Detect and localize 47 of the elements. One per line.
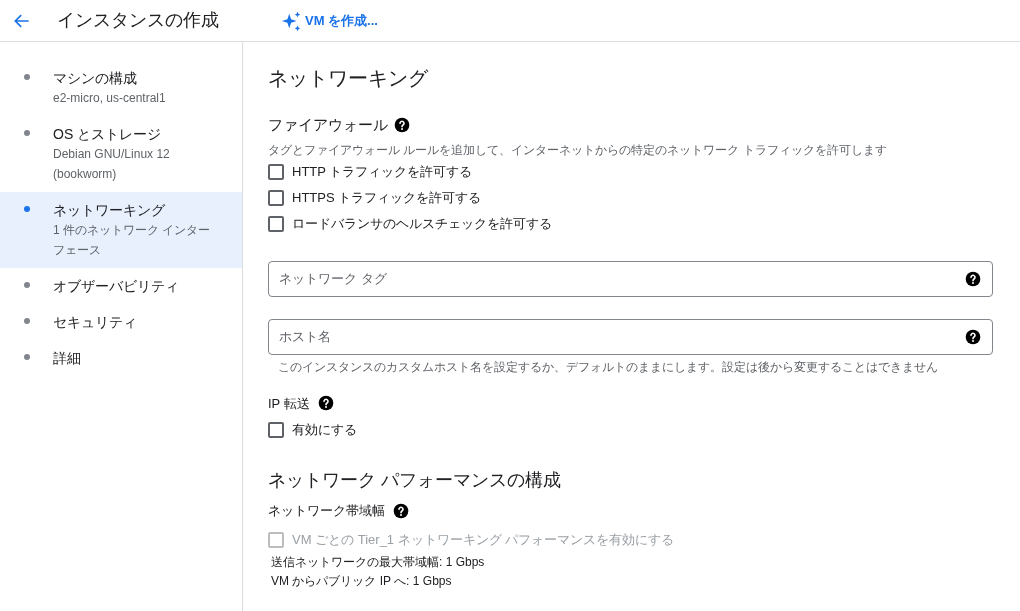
checkbox-row[interactable]: 有効にする [268, 417, 993, 443]
help-icon[interactable] [317, 395, 334, 412]
checkbox[interactable] [268, 215, 284, 232]
step-summary: 1 件のネットワーク インターフェース [53, 222, 212, 259]
step-title: ネットワーキング [53, 201, 166, 220]
sidebar-item[interactable]: セキュリティ [0, 304, 242, 340]
sparkle-icon [281, 9, 303, 32]
checkbox-label: HTTPS トラフィックを許可する [292, 188, 482, 207]
bandwidth-info: VM からパブリック IP へ: 1 Gbps [271, 572, 453, 590]
checkbox-label: VM ごとの Tier_1 ネットワーキング パフォーマンスを有効にする [292, 530, 675, 549]
checkbox-label: HTTP トラフィックを許可する [292, 162, 473, 181]
sidebar-item[interactable]: OS とストレージ Debian GNU/Linux 12 (bookworm) [0, 116, 242, 192]
checkbox-row[interactable]: HTTPS トラフィックを許可する [268, 184, 993, 211]
sidebar-item[interactable]: マシンの構成 e2-micro, us-central1 [0, 60, 242, 116]
section-heading: ネットワーキング [268, 66, 429, 91]
sidebar-item[interactable]: オブザーバビリティ [0, 268, 242, 304]
step-title: 詳細 [53, 349, 81, 368]
checkbox[interactable] [268, 189, 284, 206]
checkbox-row[interactable]: HTTP トラフィックを許可する [268, 158, 993, 185]
step-title: OS とストレージ [53, 125, 163, 144]
field-label: ファイアウォール [268, 115, 388, 135]
step-title: セキュリティ [53, 313, 137, 332]
help-icon[interactable] [965, 328, 981, 345]
checkbox-row[interactable]: ロードバランサのヘルスチェックを許可する [268, 210, 993, 237]
page-title: インスタンスの作成 [57, 9, 219, 32]
sidebar-item[interactable]: 詳細 [0, 340, 242, 376]
sidebar-item[interactable]: ネットワーキング 1 件のネットワーク インターフェース [0, 192, 242, 268]
checkbox-label: ロードバランサのヘルスチェックを許可する [292, 214, 552, 233]
bandwidth-info: 送信ネットワークの最大帯域幅: 1 Gbps [271, 553, 486, 571]
help-icon[interactable] [965, 270, 981, 287]
help-icon[interactable] [393, 502, 409, 519]
step-summary: e2-micro, us-central1 [53, 90, 167, 107]
step-title: オブザーバビリティ [53, 277, 179, 296]
hostname-field[interactable]: ホスト名 [268, 318, 993, 355]
step-summary: Debian GNU/Linux 12 (bookworm) [53, 146, 171, 183]
field-label: IP 転送 [268, 394, 310, 413]
field-label: ネットワーク帯域幅 [268, 502, 385, 520]
firewall-description: タグとファイアウォール ルールを追加して、インターネットからの特定のネットワーク トラフィックを許可します [268, 141, 888, 159]
help-icon[interactable] [394, 117, 410, 134]
hostname-helper-text: このインスタンスのカスタムホスト名を設定するか、デフォルトのままにします。設定は後から変更することはできません [278, 358, 939, 376]
checkbox[interactable] [268, 422, 284, 438]
checkbox[interactable] [268, 163, 284, 180]
step-title: マシンの構成 [53, 69, 138, 88]
network-tags-field[interactable]: ネットワーク タグ [268, 260, 993, 297]
section-heading: ネットワーク パフォーマンスの構成 [268, 469, 562, 492]
checkbox-label: 有効にする [292, 421, 357, 440]
create-vm-button[interactable]: VM を作成... [281, 9, 378, 32]
